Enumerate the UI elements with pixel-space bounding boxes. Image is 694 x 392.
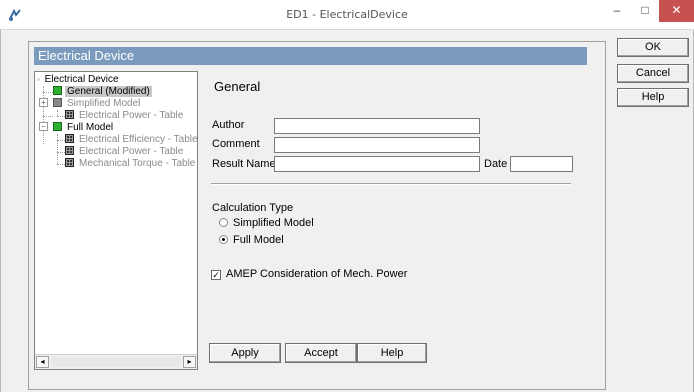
scroll-right-icon[interactable]: ▸: [183, 356, 196, 368]
table-icon: [65, 146, 74, 155]
cancel-button[interactable]: Cancel: [617, 64, 689, 83]
scroll-left-icon[interactable]: ◂: [36, 356, 49, 368]
tree-item-electrical-power-table[interactable]: Electrical Power - Table: [65, 146, 185, 158]
tree-line: [57, 134, 58, 164]
apply-button[interactable]: Apply: [209, 343, 281, 363]
date-field[interactable]: [510, 156, 573, 172]
ok-button[interactable]: OK: [617, 38, 689, 57]
tree-line: [43, 86, 44, 144]
comment-field[interactable]: [274, 137, 480, 153]
radio-simplified-model[interactable]: Simplified Model: [219, 217, 314, 229]
accept-button[interactable]: Accept: [285, 343, 357, 363]
checkbox-checked-icon: ✓: [211, 270, 221, 280]
model-icon: [53, 98, 62, 107]
tree-item-general[interactable]: General (Modified): [53, 86, 152, 98]
radio-icon: [219, 218, 228, 227]
table-icon: [65, 110, 74, 119]
result-name-field[interactable]: [274, 156, 480, 172]
calculation-type-label: Calculation Type: [212, 202, 294, 214]
panel-header: Electrical Device: [34, 47, 587, 65]
author-field[interactable]: [274, 118, 480, 134]
dialog-body: Electrical Device ▫ Electrical Device Ge…: [0, 30, 694, 392]
minimize-button[interactable]: –: [603, 0, 631, 22]
amep-label: AMEP Consideration of Mech. Power: [226, 268, 408, 280]
close-button[interactable]: ✕: [659, 0, 694, 22]
table-icon: [65, 158, 74, 167]
tree-item-label: Full Model: [67, 122, 114, 133]
scroll-track[interactable]: [51, 357, 181, 367]
table-icon: [65, 134, 74, 143]
tree-item-label: Electrical Power - Table: [79, 110, 184, 121]
tree-item-electrical-efficiency-table[interactable]: Electrical Efficiency - Table: [65, 134, 198, 146]
collapse-icon: ▫: [37, 75, 40, 84]
help-button[interactable]: Help: [357, 343, 427, 363]
window-title: ED1 - ElectricalDevice: [286, 8, 408, 21]
general-title: General: [214, 79, 261, 94]
green-square-icon: [53, 122, 62, 131]
maximize-button[interactable]: □: [631, 0, 659, 22]
tree-line: [57, 164, 65, 165]
radio-label: Simplified Model: [233, 217, 314, 229]
radio-label: Full Model: [233, 234, 284, 246]
collapse-icon[interactable]: −: [39, 122, 48, 131]
tree-line: [57, 116, 65, 117]
green-square-icon: [53, 86, 62, 95]
horizontal-scrollbar[interactable]: ◂ ▸: [35, 354, 197, 369]
tree-item-label: Simplified Model: [67, 98, 141, 109]
radio-selected-icon: [219, 235, 228, 244]
tree-item-mechanical-torque-table[interactable]: Mechanical Torque - Table: [65, 158, 197, 170]
tree-root-label: Electrical Device: [44, 74, 119, 85]
tree-root[interactable]: ▫ Electrical Device: [37, 74, 121, 86]
result-name-label: Result Name: [212, 158, 276, 170]
expand-icon[interactable]: +: [39, 98, 48, 107]
separator: [211, 183, 571, 185]
tree-item-full-model[interactable]: Full Model: [53, 122, 115, 134]
author-label: Author: [212, 119, 245, 131]
tree-line: [43, 116, 53, 117]
radio-full-model[interactable]: Full Model: [219, 234, 284, 246]
tree-item-label: General (Modified): [65, 86, 152, 97]
comment-label: Comment: [212, 138, 260, 150]
tree-item-simplified-model[interactable]: Simplified Model: [53, 98, 142, 110]
tree-item-label: Mechanical Torque - Table: [79, 158, 196, 169]
tree-line: [57, 140, 65, 141]
tree-line: [57, 152, 65, 153]
tree-item-electrical-power-table[interactable]: Electrical Power - Table: [65, 110, 185, 122]
amep-checkbox[interactable]: ✓ AMEP Consideration of Mech. Power: [211, 268, 407, 280]
tree-line: [43, 92, 53, 93]
tree-item-label: Electrical Efficiency - Table: [79, 134, 198, 145]
title-bar: ED1 - ElectricalDevice – □ ✕: [0, 0, 694, 30]
tree-view[interactable]: ▫ Electrical Device General (Modified) +…: [34, 71, 198, 370]
side-help-button[interactable]: Help: [617, 88, 689, 107]
date-label: Date: [484, 158, 508, 170]
tree-item-label: Electrical Power - Table: [79, 146, 184, 157]
content-frame: Electrical Device ▫ Electrical Device Ge…: [28, 41, 606, 390]
